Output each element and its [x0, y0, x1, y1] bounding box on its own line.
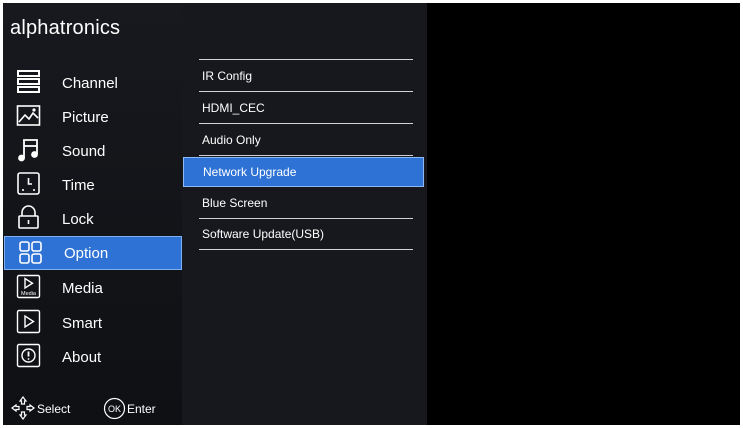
main-menu: alphatronics Channel Picture Sound Time … [3, 3, 182, 425]
select-hint-label: Select [37, 402, 71, 416]
menu-item-channel[interactable]: Channel [3, 66, 182, 100]
key-hint-bar: Select OK Enter [11, 396, 181, 423]
menu-label: Smart [62, 315, 103, 332]
navigation-arrows-icon [11, 396, 35, 423]
divider [199, 123, 413, 124]
divider [199, 91, 413, 92]
submenu-item-blue-screen[interactable]: Blue Screen [182, 188, 425, 219]
menu-item-time[interactable]: Time [3, 168, 182, 202]
ok-icon-label: OK [108, 404, 121, 414]
divider [199, 59, 413, 60]
divider [199, 155, 413, 156]
menu-label: Time [62, 177, 95, 194]
media-play-icon: Media [16, 274, 41, 299]
menu-label: Sound [62, 143, 106, 160]
menu-item-smart[interactable]: Smart [3, 306, 182, 340]
submenu-label: HDMI_CEC [202, 101, 265, 115]
menu-label: Channel [62, 75, 118, 92]
channel-list-icon [16, 69, 41, 94]
media-icon-caption: Media [21, 291, 37, 297]
option-grid-icon [18, 240, 43, 265]
menu-item-lock[interactable]: Lock [3, 202, 182, 236]
menu-label: Picture [62, 109, 109, 126]
submenu-label: Software Update(USB) [202, 227, 325, 241]
submenu-item-network-upgrade[interactable]: Network Upgrade [183, 157, 424, 187]
menu-label: Option [64, 245, 109, 262]
music-note-icon [16, 137, 41, 162]
menu-label: About [62, 349, 102, 366]
info-icon [16, 343, 41, 368]
divider [199, 249, 413, 250]
ok-button-icon: OK [103, 397, 126, 423]
menu-item-option[interactable]: Option [4, 236, 182, 270]
menu-label: Lock [62, 211, 94, 228]
enter-hint-label: Enter [127, 402, 156, 416]
submenu-label: Network Upgrade [203, 165, 297, 179]
submenu-label: Blue Screen [202, 196, 268, 210]
tv-screen: alphatronics Channel Picture Sound Time … [3, 3, 740, 425]
picture-icon [16, 103, 41, 128]
lock-icon [16, 205, 41, 230]
submenu-label: IR Config [202, 69, 253, 83]
brand-logo: alphatronics [10, 17, 121, 39]
menu-item-sound[interactable]: Sound [3, 134, 182, 168]
menu-label: Media [62, 280, 103, 297]
submenu-item-ir-config[interactable]: IR Config [182, 61, 425, 92]
menu-item-media[interactable]: Media Media [3, 271, 182, 305]
submenu-item-software-update-usb[interactable]: Software Update(USB) [182, 219, 425, 250]
smart-play-icon [16, 309, 41, 334]
option-submenu: IR Config HDMI_CEC Audio Only Network Up… [182, 3, 427, 425]
submenu-label: Audio Only [202, 133, 261, 147]
menu-item-picture[interactable]: Picture [3, 100, 182, 134]
menu-item-about[interactable]: About [3, 340, 182, 374]
submenu-item-audio-only[interactable]: Audio Only [182, 125, 425, 156]
submenu-item-hdmi-cec[interactable]: HDMI_CEC [182, 93, 425, 124]
time-icon [16, 171, 41, 196]
content-area [427, 3, 740, 425]
